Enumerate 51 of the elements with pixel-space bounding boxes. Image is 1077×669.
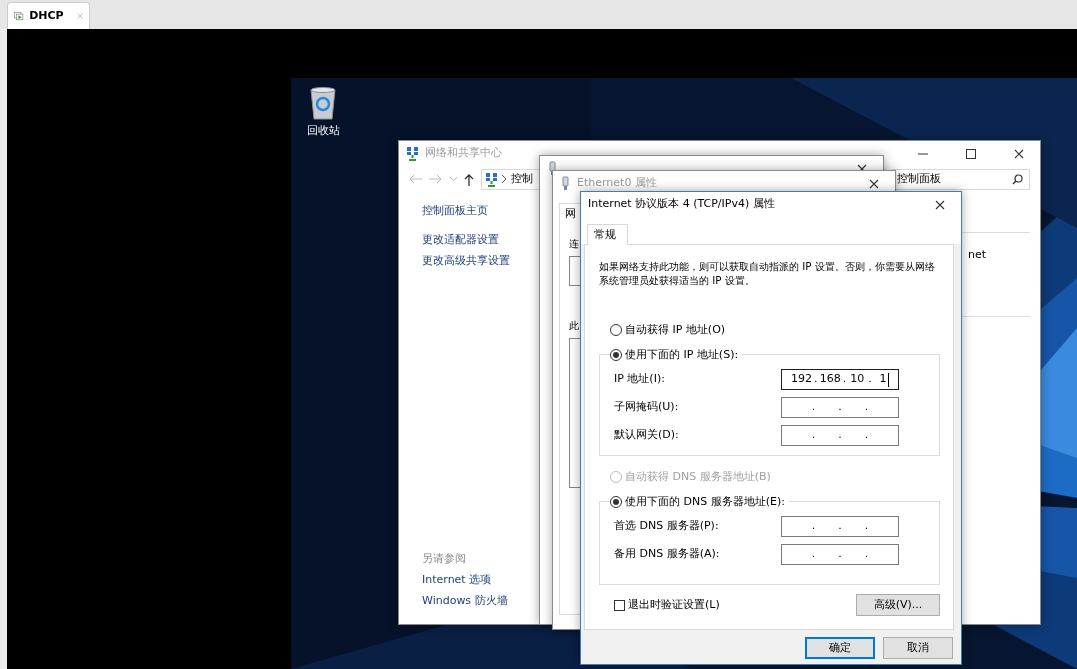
vm-icon: [14, 9, 25, 23]
tab[interactable]: 常规: [587, 224, 628, 245]
network-icon: [485, 171, 498, 187]
connection-name[interactable]: net: [967, 247, 986, 264]
field-label: 连: [569, 237, 579, 251]
network-icon: [406, 146, 419, 161]
up-arrow-icon[interactable]: [464, 172, 474, 186]
sidebar-link[interactable]: 更改适配器设置: [422, 233, 499, 247]
field-label: 默认网关(D):: [614, 427, 680, 444]
address-bar[interactable]: 控制: [481, 168, 533, 190]
desktop-icon-label[interactable]: 回收站: [306, 123, 340, 140]
ip-address-field[interactable]: . . .: [781, 425, 899, 446]
field-label: 备用 DNS 服务器(A):: [614, 546, 721, 563]
field-label: 首选 DNS 服务器(P):: [614, 518, 720, 535]
search-field[interactable]: 控制面板: [892, 168, 1030, 190]
search-icon[interactable]: [1012, 173, 1023, 185]
ip-address-field[interactable]: . . .: [781, 516, 899, 537]
chevron-icon: [502, 175, 507, 183]
ip-address-field[interactable]: . . .: [781, 397, 899, 418]
field-label: IP 地址(I):: [614, 371, 666, 388]
ethernet-icon: [560, 176, 571, 191]
checkbox-label[interactable]: 退出时验证设置(L): [628, 596, 720, 614]
radio-button[interactable]: [610, 496, 622, 508]
maximize-icon[interactable]: [966, 148, 976, 159]
window-title: Ethernet0 属性: [577, 175, 658, 192]
tab[interactable]: 网: [559, 203, 582, 224]
radio-label[interactable]: 自动获得 IP 地址(O): [625, 321, 726, 339]
radio-button[interactable]: [610, 324, 622, 336]
advanced-button[interactable]: 高级(V)...: [856, 594, 940, 616]
window-title: 网络和共享中心: [425, 145, 503, 162]
close-icon[interactable]: [869, 178, 879, 189]
sidebar-link[interactable]: 控制面板主页: [422, 204, 488, 218]
breadcrumb-item[interactable]: 控制: [511, 170, 533, 188]
close-icon[interactable]: [1014, 148, 1024, 159]
checkbox[interactable]: [614, 599, 625, 611]
description-text: 如果网络支持此功能，则可以获取自动指派的 IP 设置。否则，你需要从网络系统管理员处获得适当的 IP 设置。: [599, 259, 935, 287]
see-also-link[interactable]: Windows 防火墙: [422, 594, 508, 608]
field-label: 子网掩码(U):: [614, 399, 680, 416]
see-also-heading: 另请参阅: [422, 552, 466, 566]
vm-tab[interactable]: DHCP: [7, 2, 90, 29]
dialog-title: Internet 协议版本 4 (TCP/IPv4) 属性: [588, 196, 776, 213]
radio-button[interactable]: [610, 349, 622, 361]
see-also-link[interactable]: Internet 选项: [422, 573, 492, 587]
ip-address-field[interactable]: . . .: [781, 544, 899, 565]
field-label: 此: [569, 319, 579, 333]
ip-address-field[interactable]: 192 . 168 . 10 . 1: [781, 369, 899, 390]
dialog-button[interactable]: 确定: [805, 637, 875, 659]
dialog-button[interactable]: 取消: [883, 637, 953, 659]
sidebar-link[interactable]: 更改高级共享设置: [422, 254, 510, 268]
close-icon[interactable]: [935, 199, 945, 210]
radio-label: 自动获得 DNS 服务器地址(B): [625, 468, 771, 485]
